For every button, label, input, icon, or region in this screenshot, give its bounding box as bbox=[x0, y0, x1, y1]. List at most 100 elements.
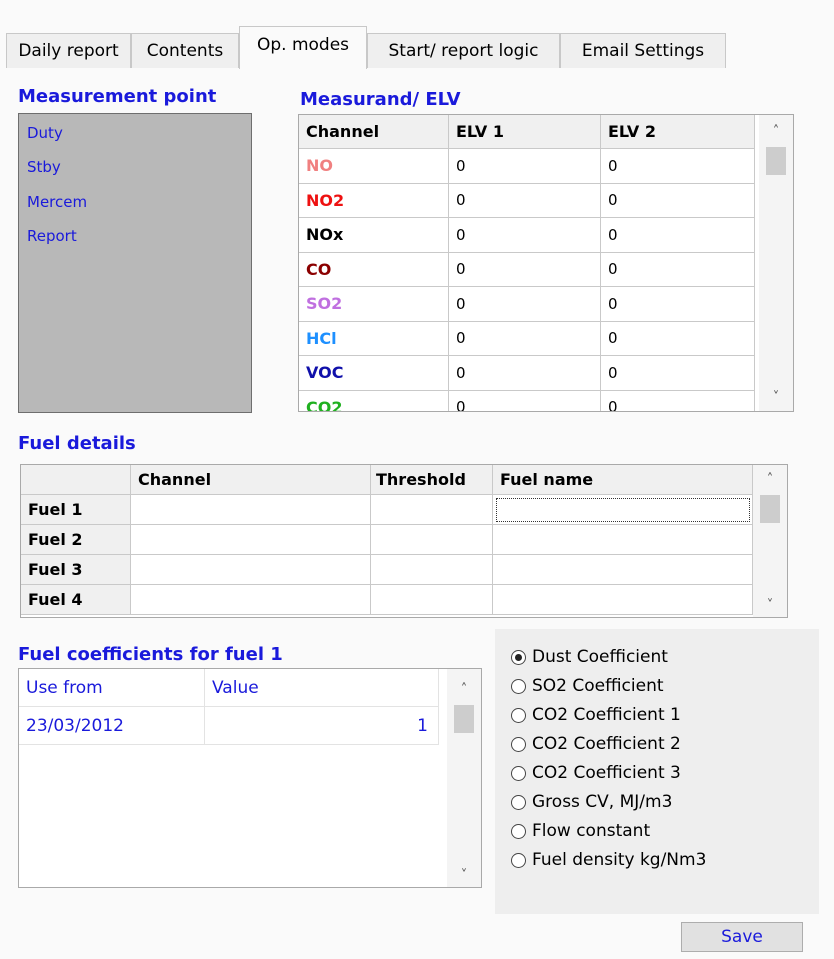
radio-option[interactable]: SO2 Coefficient bbox=[511, 676, 664, 696]
chevron-down-icon[interactable]: ˅ bbox=[447, 865, 481, 885]
coefficient-type-group: Dust Coefficient SO2 Coefficient CO2 Coeff… bbox=[495, 629, 819, 914]
fuel-channel-cell[interactable] bbox=[131, 555, 371, 585]
save-button[interactable]: Save bbox=[681, 922, 803, 952]
list-item-report[interactable]: Report bbox=[27, 227, 77, 245]
elv2-cell[interactable]: 0 bbox=[601, 252, 755, 287]
fuel-channel-cell[interactable] bbox=[131, 525, 371, 555]
column-header-use-from[interactable]: Use from bbox=[19, 669, 205, 707]
radio-button[interactable] bbox=[511, 823, 526, 839]
fuel-row-label: Fuel 2 bbox=[21, 525, 131, 555]
channel-cell[interactable]: NOx bbox=[299, 218, 449, 253]
chevron-down-icon[interactable]: ˅ bbox=[753, 595, 787, 615]
tab-contents[interactable]: Contents bbox=[131, 33, 239, 68]
radio-label[interactable]: Gross CV, MJ/m3 bbox=[532, 792, 672, 812]
elv1-cell[interactable]: 0 bbox=[449, 390, 601, 411]
radio-option[interactable]: Gross CV, MJ/m3 bbox=[511, 792, 672, 812]
elv1-cell[interactable]: 0 bbox=[449, 183, 601, 218]
elv2-cell[interactable]: 0 bbox=[601, 321, 755, 356]
column-header-elv1[interactable]: ELV 1 bbox=[449, 115, 601, 149]
elv1-cell[interactable]: 0 bbox=[449, 149, 601, 184]
column-header-threshold[interactable]: Threshold bbox=[371, 465, 493, 495]
radio-button[interactable] bbox=[511, 649, 526, 665]
radio-label[interactable]: Flow constant bbox=[532, 821, 650, 841]
radio-label[interactable]: SO2 Coefficient bbox=[532, 676, 664, 696]
elv1-cell[interactable]: 0 bbox=[449, 356, 601, 391]
radio-button[interactable] bbox=[511, 852, 526, 868]
fuel-threshold-cell[interactable] bbox=[371, 585, 493, 615]
radio-label[interactable]: CO2 Coefficient 2 bbox=[532, 734, 681, 754]
channel-cell[interactable]: CO bbox=[299, 252, 449, 287]
column-header-fuel-name[interactable]: Fuel name bbox=[493, 465, 753, 495]
scroll-thumb[interactable] bbox=[766, 147, 786, 175]
measurand-elv-grid[interactable]: Channel ELV 1 ELV 2 NO 0 0 NO2 0 0 NOx 0 0 CO 0 0 SO… bbox=[298, 114, 794, 412]
column-header-value[interactable]: Value bbox=[205, 669, 439, 707]
coefficient-use-from-cell[interactable]: 23/03/2012 bbox=[19, 707, 205, 745]
elv1-cell[interactable]: 0 bbox=[449, 252, 601, 287]
tab-start-report-logic[interactable]: Start/ report logic bbox=[367, 33, 560, 68]
elv2-cell[interactable]: 0 bbox=[601, 183, 755, 218]
radio-option[interactable]: CO2 Coefficient 2 bbox=[511, 734, 681, 754]
chevron-up-icon[interactable]: ˄ bbox=[447, 679, 481, 699]
chevron-down-icon[interactable]: ˅ bbox=[759, 387, 793, 407]
fuel-name-cell[interactable] bbox=[493, 555, 753, 585]
scroll-thumb[interactable] bbox=[760, 495, 780, 523]
elv2-cell[interactable]: 0 bbox=[601, 356, 755, 391]
coefficient-value-cell[interactable]: 1 bbox=[205, 707, 439, 745]
column-header-channel[interactable]: Channel bbox=[299, 115, 449, 149]
channel-cell[interactable]: CO2 bbox=[299, 390, 449, 411]
fuel-coefficients-list[interactable]: Use from Value 23/03/2012 1 ˄ ˅ bbox=[18, 668, 482, 888]
radio-button[interactable] bbox=[511, 678, 526, 694]
elv2-cell[interactable]: 0 bbox=[601, 149, 755, 184]
list-item-mercem[interactable]: Mercem bbox=[27, 193, 87, 211]
fuel-channel-cell[interactable] bbox=[131, 585, 371, 615]
radio-option[interactable]: Dust Coefficient bbox=[511, 647, 668, 667]
fuel-name-cell[interactable] bbox=[493, 525, 753, 555]
channel-cell[interactable]: HCl bbox=[299, 321, 449, 356]
radio-option[interactable]: Flow constant bbox=[511, 821, 650, 841]
radio-label[interactable]: Fuel density kg/Nm3 bbox=[532, 850, 706, 870]
fuel-channel-cell[interactable] bbox=[131, 495, 371, 525]
radio-button[interactable] bbox=[511, 765, 526, 781]
radio-button[interactable] bbox=[511, 736, 526, 752]
elv2-cell[interactable]: 0 bbox=[601, 218, 755, 253]
elv2-cell[interactable]: 0 bbox=[601, 390, 755, 411]
elv1-cell[interactable]: 0 bbox=[449, 321, 601, 356]
chevron-up-icon[interactable]: ˄ bbox=[753, 469, 787, 489]
tab-op-modes[interactable]: Op. modes bbox=[239, 26, 367, 69]
radio-button[interactable] bbox=[511, 707, 526, 723]
measurand-scrollbar[interactable]: ˄ ˅ bbox=[759, 115, 793, 411]
channel-cell[interactable]: NO bbox=[299, 149, 449, 184]
scroll-thumb[interactable] bbox=[454, 705, 474, 733]
list-item-duty[interactable]: Duty bbox=[27, 124, 63, 142]
fuel-threshold-cell[interactable] bbox=[371, 525, 493, 555]
fuel-threshold-cell[interactable] bbox=[371, 495, 493, 525]
channel-cell[interactable]: NO2 bbox=[299, 183, 449, 218]
fuel-threshold-cell[interactable] bbox=[371, 555, 493, 585]
fuel-coefficients-scrollbar[interactable]: ˄ ˅ bbox=[447, 669, 481, 887]
radio-label[interactable]: CO2 Coefficient 1 bbox=[532, 705, 681, 725]
elv1-cell[interactable]: 0 bbox=[449, 287, 601, 322]
fuel-row-label: Fuel 4 bbox=[21, 585, 131, 615]
fuel-name-cell[interactable] bbox=[493, 495, 753, 525]
column-header-channel[interactable]: Channel bbox=[131, 465, 371, 495]
measurand-elv-title: Measurand/ ELV bbox=[300, 89, 461, 110]
fuel-details-scrollbar[interactable]: ˄ ˅ bbox=[753, 465, 787, 617]
tab-daily-report[interactable]: Daily report bbox=[6, 33, 131, 68]
fuel-details-grid[interactable]: Channel Threshold Fuel name Fuel 1 Fuel 2… bbox=[20, 464, 788, 618]
radio-button[interactable] bbox=[511, 794, 526, 810]
radio-label[interactable]: Dust Coefficient bbox=[532, 647, 668, 667]
radio-option[interactable]: CO2 Coefficient 3 bbox=[511, 763, 681, 783]
column-header-elv2[interactable]: ELV 2 bbox=[601, 115, 755, 149]
elv1-cell[interactable]: 0 bbox=[449, 218, 601, 253]
tab-email-settings[interactable]: Email Settings bbox=[560, 33, 726, 68]
list-item-stby[interactable]: Stby bbox=[27, 158, 61, 176]
radio-label[interactable]: CO2 Coefficient 3 bbox=[532, 763, 681, 783]
fuel-name-cell[interactable] bbox=[493, 585, 753, 615]
elv2-cell[interactable]: 0 bbox=[601, 287, 755, 322]
chevron-up-icon[interactable]: ˄ bbox=[759, 121, 793, 141]
radio-option[interactable]: CO2 Coefficient 1 bbox=[511, 705, 681, 725]
measurement-point-list[interactable]: Duty Stby Mercem Report bbox=[18, 113, 252, 413]
radio-option[interactable]: Fuel density kg/Nm3 bbox=[511, 850, 706, 870]
channel-cell[interactable]: SO2 bbox=[299, 287, 449, 322]
channel-cell[interactable]: VOC bbox=[299, 356, 449, 391]
